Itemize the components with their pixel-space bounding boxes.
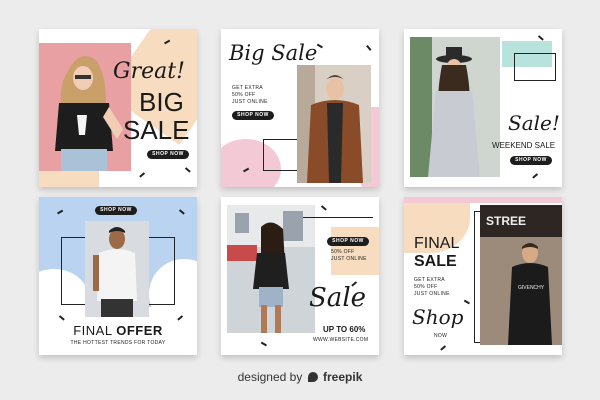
just-online-text: JUST ONLINE — [232, 99, 268, 105]
headline-great: Great! — [113, 59, 185, 84]
man-tshirt-photo-illustration — [85, 221, 149, 317]
credit-brand[interactable]: freepik — [323, 370, 362, 384]
shirt-print: GIVENCHY — [518, 285, 545, 291]
now-text: NOW — [434, 333, 448, 339]
man-storefront-photo-illustration: STREE GIVENCHY — [480, 205, 562, 345]
model-photo: STREE GIVENCHY — [480, 205, 562, 345]
shop-now-button[interactable]: SHOP NOW — [510, 156, 552, 165]
outline-frame — [514, 53, 556, 81]
final-word: FINAL — [73, 323, 117, 338]
decor-dash — [532, 173, 538, 179]
shop-now-button[interactable]: SHOP NOW — [147, 150, 189, 159]
sale-heading: SALE — [414, 253, 457, 270]
fifty-off-text: 50% OFF — [414, 284, 438, 290]
storefront-sign: STREE — [486, 214, 526, 228]
sale-card-up-to-60[interactable]: SHOP NOW 50% OFF JUST ONLINE Sale UP TO … — [221, 197, 379, 355]
credit-prefix: designed by — [237, 370, 303, 384]
sale-card-big-sale[interactable]: Big Sale GET EXTRA 50% OFF JUST ONLINE S… — [221, 29, 379, 187]
decor-dash — [317, 43, 323, 48]
headline-sale: Sale! — [508, 111, 560, 135]
decor-dash — [440, 345, 446, 351]
freepik-credit: designed by freepik — [0, 370, 600, 384]
decor-dash — [185, 167, 191, 173]
model-photo — [85, 221, 149, 317]
headline-big-sale: Big Sale — [229, 41, 318, 65]
model-photo — [227, 205, 315, 333]
sale-card-final-offer[interactable]: SHOP NOW FINAL OFFER THE HOTTEST TRENDS … — [39, 197, 197, 355]
sale-card-weekend-sale[interactable]: Sale! WEEKEND SALE SHOP NOW — [404, 29, 562, 187]
just-online-text: JUST ONLINE — [414, 291, 450, 297]
freepik-logo-icon — [307, 372, 318, 382]
model-photo — [297, 65, 371, 183]
decor-dash — [538, 35, 544, 41]
decor-dash — [139, 172, 145, 178]
outline-frame — [303, 217, 373, 218]
get-extra-text: GET EXTRA — [414, 277, 445, 283]
decor-dash — [366, 44, 372, 51]
shop-now-button[interactable]: SHOP NOW — [95, 206, 137, 215]
woman-hat-photo-illustration — [410, 37, 500, 177]
offer-word: OFFER — [116, 323, 163, 338]
sale-card-final-sale[interactable]: STREE GIVENCHY FINAL SALE GET EXTRA 50% … — [404, 197, 562, 355]
headline-big: BIG — [139, 87, 184, 117]
up-to-60-text: UP TO 60% — [323, 325, 366, 334]
just-online-text: JUST ONLINE — [331, 256, 367, 262]
get-extra-text: GET EXTRA — [232, 85, 263, 91]
model-photo — [410, 37, 500, 177]
headline-sale: Sale — [309, 283, 367, 313]
outline-frame — [263, 139, 301, 171]
man-jacket-photo-illustration — [297, 65, 371, 183]
decor-dash — [464, 299, 470, 304]
sale-card-great-big-sale[interactable]: Great! BIG SALE SHOP NOW — [39, 29, 197, 187]
headline-sale: SALE — [123, 115, 190, 145]
final-offer-heading: FINAL OFFER — [39, 323, 197, 338]
pink-shape — [404, 197, 562, 203]
shop-now-button[interactable]: SHOP NOW — [327, 237, 369, 246]
tagline-text: THE HOTTEST TRENDS FOR TODAY — [70, 340, 166, 346]
shop-script: Shop — [412, 305, 464, 329]
fifty-off-text: 50% OFF — [331, 249, 355, 255]
decor-dash — [261, 341, 267, 346]
shop-now-button[interactable]: SHOP NOW — [232, 111, 274, 120]
final-heading: FINAL — [414, 235, 460, 252]
woman-street-photo-illustration — [227, 205, 315, 333]
decor-dash — [321, 205, 327, 211]
weekend-sale-text: WEEKEND SALE — [492, 141, 556, 150]
website-text: WWW.WEBSITE.COM — [313, 337, 369, 343]
fifty-off-text: 50% OFF — [232, 92, 256, 98]
